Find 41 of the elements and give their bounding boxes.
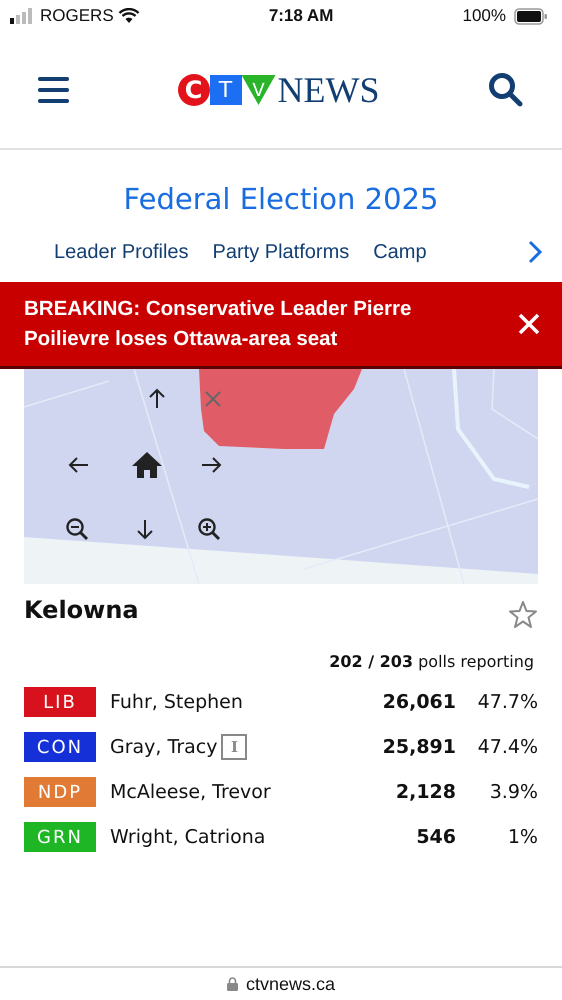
vote-count: 25,891 bbox=[382, 734, 456, 760]
vote-share: 47.7% bbox=[476, 690, 538, 715]
menu-icon[interactable] bbox=[38, 77, 69, 103]
vote-share: 3.9% bbox=[488, 780, 538, 805]
logo-letter: V bbox=[242, 75, 276, 105]
carrier-name: ROGERS bbox=[40, 5, 114, 28]
incumbent-tag: I bbox=[221, 734, 248, 760]
section-title: Federal Election 2025 bbox=[122, 181, 440, 218]
party-tag: CON bbox=[24, 732, 96, 762]
candidate-name: McAleese, Trevor bbox=[110, 780, 271, 805]
star-icon[interactable] bbox=[508, 600, 538, 630]
nav-link[interactable]: Leader Profiles bbox=[54, 236, 189, 266]
vote-share: 1% bbox=[506, 824, 538, 850]
close-icon[interactable] bbox=[518, 312, 540, 334]
polls-reporting: 202 / 203 polls reporting bbox=[329, 652, 534, 670]
zoom-in-icon[interactable] bbox=[197, 516, 221, 540]
party-tag: LIB bbox=[24, 687, 96, 717]
vote-share: 47.4% bbox=[476, 734, 538, 760]
party-tag: NDP bbox=[24, 777, 96, 807]
lock-icon bbox=[226, 977, 238, 991]
vote-count: 546 bbox=[415, 824, 456, 850]
zoom-out-icon[interactable] bbox=[65, 516, 89, 540]
logo-letter: T bbox=[210, 75, 242, 105]
vote-count: 26,061 bbox=[382, 690, 456, 715]
logo-letter: C bbox=[178, 74, 210, 106]
riding-name: Kelowna bbox=[24, 594, 139, 626]
vote-count: 2,128 bbox=[394, 780, 456, 805]
candidate-name: Gray, Tracy bbox=[110, 734, 218, 760]
chevron-right-icon[interactable] bbox=[528, 240, 542, 264]
url-text[interactable]: ctvnews.ca bbox=[246, 970, 336, 998]
battery-percent: 100% bbox=[462, 5, 506, 28]
clock-time: 7:18 AM bbox=[268, 5, 334, 28]
search-icon[interactable] bbox=[488, 72, 524, 108]
nav-link[interactable]: Camp bbox=[373, 236, 427, 266]
party-tag: GRN bbox=[24, 822, 96, 852]
logo-wordmark: NEWS bbox=[278, 72, 380, 108]
candidate-name: Wright, Catriona bbox=[110, 824, 266, 850]
battery-icon bbox=[514, 8, 548, 24]
nav-link[interactable]: Party Platforms bbox=[212, 236, 350, 266]
candidate-name: Fuhr, Stephen bbox=[110, 690, 243, 715]
wifi-icon bbox=[118, 8, 140, 24]
